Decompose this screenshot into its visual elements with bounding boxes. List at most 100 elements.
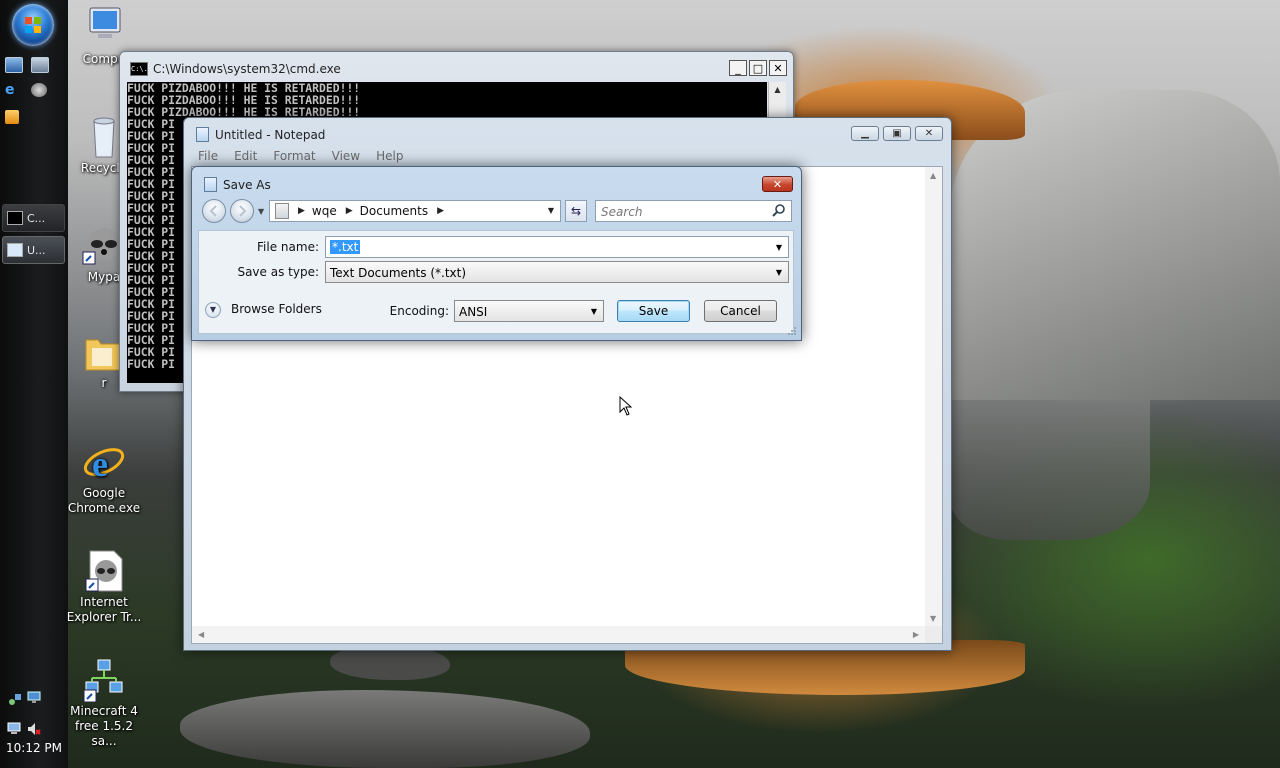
close-button[interactable]: ✕ <box>762 176 793 192</box>
desktop-icon-minecraft[interactable]: Minecraft 4 free 1.5.2 sa... <box>62 658 146 749</box>
scroll-up-arrow-icon[interactable]: ▲ <box>930 171 936 180</box>
internet-explorer-icon: e <box>82 440 126 484</box>
desktop-icon-google-chrome[interactable]: e Google Chrome.exe <box>62 440 146 516</box>
wallpaper-rock <box>180 690 590 768</box>
browse-folders-button[interactable]: Browse Folders <box>231 302 322 316</box>
network-tray-icon[interactable] <box>8 692 22 706</box>
save-as-dialog[interactable]: Save As ✕ ▼ ▶ wqe ▶ Documents ▶ ▼ ⇆ Sear… <box>191 166 802 341</box>
cancel-button[interactable]: Cancel <box>704 300 777 322</box>
desktop-icon-label: Minecraft 4 free 1.5.2 sa... <box>70 704 138 748</box>
encoding-label: Encoding: <box>389 304 449 318</box>
forward-arrow-icon <box>239 205 247 217</box>
computer-icon <box>82 6 126 50</box>
breadcrumb-chevron-icon[interactable]: ▶ <box>437 206 444 216</box>
internet-explorer-icon[interactable]: e <box>5 83 21 97</box>
search-icon[interactable] <box>771 203 787 219</box>
breadcrumb-documents[interactable]: Documents <box>360 204 428 218</box>
notepad-title: Untitled - Notepad <box>215 127 326 142</box>
scroll-right-arrow-icon[interactable]: ▶ <box>913 630 919 639</box>
volume-muted-icon[interactable] <box>27 722 41 736</box>
vertical-scrollbar[interactable]: ▲ ▼ <box>925 167 942 627</box>
forward-button[interactable] <box>230 199 254 223</box>
address-bar[interactable]: ▶ wqe ▶ Documents ▶ ▼ <box>269 200 561 222</box>
notepad-titlebar[interactable]: Untitled - Notepad <box>196 127 325 142</box>
start-button[interactable] <box>12 4 54 46</box>
cmd-title: C:\Windows\system32\cmd.exe <box>153 62 341 76</box>
cmd-icon: C:\. <box>130 62 148 76</box>
dialog-title: Save As <box>223 177 271 192</box>
taskbar-notepad-button[interactable]: U... <box>2 236 65 264</box>
encoding-value: ANSI <box>459 305 488 319</box>
menu-view[interactable]: View <box>324 149 368 167</box>
desktop-icon-label: Google Chrome.exe <box>67 486 141 515</box>
network-shortcut-icon <box>82 658 126 703</box>
address-dropdown-icon[interactable]: ▼ <box>548 206 554 215</box>
resize-grip-icon[interactable] <box>787 326 797 336</box>
switch-windows-icon[interactable] <box>31 57 49 73</box>
close-button[interactable]: ✕ <box>769 60 787 76</box>
taskbar-button-label: U... <box>27 243 46 257</box>
menu-format[interactable]: Format <box>265 149 323 167</box>
desktop-icon-label: r <box>101 376 107 390</box>
folder-location-icon <box>275 203 289 219</box>
notepad-icon <box>204 177 217 192</box>
refresh-button[interactable]: ⇆ <box>565 200 587 222</box>
recent-pages-chevron-icon[interactable]: ▼ <box>258 207 264 216</box>
raccoon-app-icon[interactable] <box>31 83 47 97</box>
horizontal-scrollbar[interactable]: ◀ ▶ <box>192 626 925 643</box>
svg-text:e: e <box>92 444 108 484</box>
scroll-up-arrow-icon[interactable]: ▲ <box>769 82 786 98</box>
raccoon-document-icon <box>82 549 126 593</box>
save-as-type-value: Text Documents (*.txt) <box>330 266 467 280</box>
cmd-titlebar[interactable]: C:\. C:\Windows\system32\cmd.exe <box>130 62 341 76</box>
save-as-type-label: Save as type: <box>237 265 319 279</box>
menu-help[interactable]: Help <box>368 149 411 167</box>
network-status-icon[interactable] <box>7 722 21 736</box>
taskbar-button-label: C... <box>27 211 46 225</box>
file-name-field[interactable]: *.txt ▼ <box>325 236 789 258</box>
clock[interactable]: 10:12 PM <box>0 741 68 755</box>
encoding-dropdown-icon[interactable]: ▼ <box>591 307 597 316</box>
scroll-down-arrow-icon[interactable]: ▼ <box>930 614 936 623</box>
browse-folders-chevron-icon[interactable]: ▼ <box>205 302 221 318</box>
taskbar-cmd-button[interactable]: C... <box>2 204 65 232</box>
encoding-select[interactable]: ANSI ▼ <box>454 300 604 322</box>
file-name-value: *.txt <box>330 240 361 254</box>
desktop-icon-label: Internet Explorer Tr... <box>66 595 142 624</box>
desktop-icon-internet-explorer-tr[interactable]: Internet Explorer Tr... <box>62 549 146 625</box>
file-name-dropdown-icon[interactable]: ▼ <box>776 243 782 252</box>
wallpaper-reflection <box>950 400 1150 540</box>
desktop-icon-label: Mypa <box>87 270 121 284</box>
mouse-cursor-icon <box>619 396 633 416</box>
monitor-tray-icon[interactable] <box>27 690 41 704</box>
scroll-left-arrow-icon[interactable]: ◀ <box>198 630 204 639</box>
windows-logo-icon <box>25 17 41 33</box>
back-button[interactable] <box>202 199 226 223</box>
maximize-button[interactable]: □ <box>749 60 767 76</box>
minimize-button[interactable]: _ <box>729 60 747 76</box>
back-arrow-icon <box>209 205 217 217</box>
search-placeholder: Search <box>601 205 643 219</box>
resize-corner[interactable] <box>925 626 942 643</box>
save-as-type-select[interactable]: Text Documents (*.txt) ▼ <box>325 261 789 283</box>
menu-file[interactable]: File <box>192 149 226 167</box>
save-button[interactable]: Save <box>617 300 690 322</box>
breadcrumb-chevron-icon[interactable]: ▶ <box>346 206 353 216</box>
notepad-icon <box>196 127 209 142</box>
file-name-label: File name: <box>257 240 319 254</box>
close-button[interactable]: ✕ <box>915 126 943 141</box>
menu-edit[interactable]: Edit <box>226 149 265 167</box>
breadcrumb-wqe[interactable]: wqe <box>312 204 337 218</box>
media-player-icon[interactable] <box>5 110 19 124</box>
save-as-type-dropdown-icon[interactable]: ▼ <box>776 268 782 277</box>
save-as-titlebar[interactable]: Save As <box>204 177 271 192</box>
show-desktop-icon[interactable] <box>5 57 23 73</box>
cmd-icon <box>7 211 23 225</box>
notepad-icon <box>7 243 23 257</box>
vertical-taskbar: e C... U... 10:12 PM <box>0 0 68 768</box>
maximize-button[interactable]: ▣ <box>883 126 911 141</box>
search-input[interactable]: Search <box>595 200 792 222</box>
minimize-button[interactable]: ▁ <box>851 126 879 141</box>
cmd-window-controls: _ □ ✕ <box>729 60 787 76</box>
breadcrumb-chevron-icon[interactable]: ▶ <box>298 206 305 216</box>
